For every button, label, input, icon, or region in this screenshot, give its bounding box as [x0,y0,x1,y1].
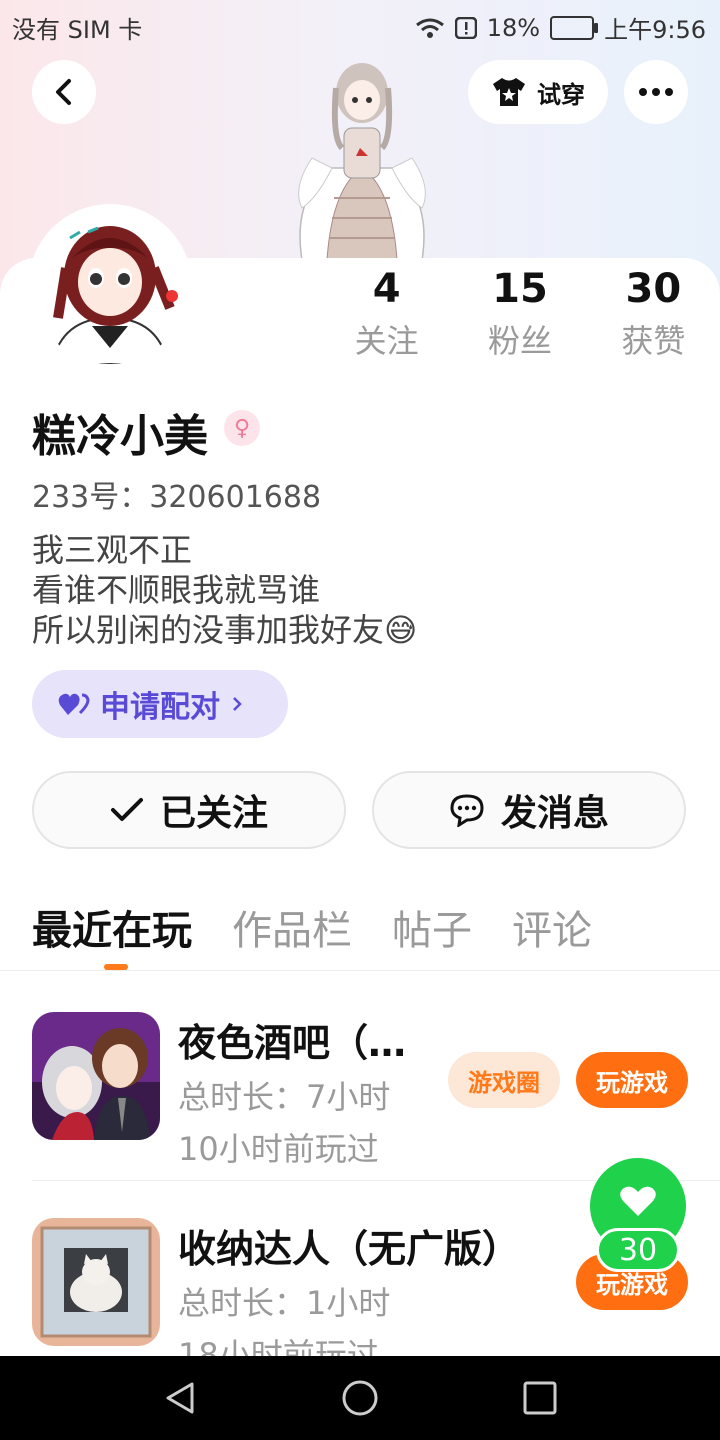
send-message-label: 发消息 [500,793,609,834]
bio-line: 看谁不顺眼我就骂谁 [32,571,321,609]
profile-bio: 我三观不正 看谁不顺眼我就骂谁 所以别闲的没事加我好友😅 [32,530,417,650]
tabs-divider [0,970,720,971]
try-on-button[interactable]: 试穿 [468,60,608,124]
heart-pair-icon [58,693,90,715]
avatar[interactable] [32,208,188,364]
clock: 上午9:56 [604,16,706,44]
chevron-right-icon [233,697,242,711]
stat-followers[interactable]: 15 粉丝 [453,262,586,366]
back-button[interactable] [32,60,96,124]
stat-label: 获赞 [621,322,686,360]
recents-square-icon[interactable] [522,1380,558,1416]
stat-label: 关注 [354,322,419,360]
battery-percent: 18% [486,13,541,42]
bio-line: 所以别闲的没事加我好友😅 [32,611,418,649]
request-pair-label: 申请配对 [100,690,220,725]
female-gender-icon: ♀ [224,410,260,446]
stat-value: 30 [625,266,682,312]
system-navigation-bar [0,1356,720,1440]
chat-bubble-icon [450,794,484,827]
status-bar: 没有 SIM 卡 18% 上午9:56 [0,0,720,50]
game-title: 夜色酒吧（… [178,1021,407,1065]
tshirt-icon [493,78,525,106]
avatar-image [32,208,188,364]
game-last-played: 10小时前玩过 [178,1130,379,1168]
tab-recent-play[interactable]: 最近在玩 [32,898,192,970]
like-count-badge: 30 [596,1228,680,1272]
tab-posts[interactable]: 帖子 [392,898,472,956]
more-dots-icon [639,88,673,96]
game-total-time: 总时长：1小时 [178,1284,391,1322]
wifi-icon [415,18,444,38]
game-title: 收纳达人（无广版） [178,1227,521,1271]
chevron-left-icon [56,79,71,105]
followed-button[interactable]: 已关注 [32,771,346,849]
list-item[interactable]: 夜色酒吧（… 总时长：7小时 10小时前玩过 游戏圈 玩游戏 [32,1012,720,1172]
battery-icon [550,15,599,40]
stat-value: 15 [492,266,548,312]
avatar-character-figure [298,63,426,260]
tab-works[interactable]: 作品栏 [232,898,352,956]
send-message-button[interactable]: 发消息 [372,771,686,849]
game-circle-button[interactable]: 游戏圈 [448,1052,560,1108]
profile-tabs: 最近在玩 作品栏 帖子 评论 [32,898,592,970]
stat-likes[interactable]: 30 获赞 [587,262,720,366]
user-id: 233号：320601688 [32,480,322,515]
checkmark-icon [110,798,143,821]
try-on-label: 试穿 [537,80,585,109]
game-icon [32,1218,160,1346]
back-triangle-icon[interactable] [162,1380,198,1416]
profile-stats: 4 关注 15 粉丝 30 获赞 [320,262,720,366]
tab-comments[interactable]: 评论 [512,898,592,956]
heart-icon [620,1186,656,1216]
game-icon [32,1012,160,1140]
more-options-button[interactable] [624,60,688,124]
stat-following[interactable]: 4 关注 [320,262,453,366]
stat-label: 粉丝 [487,322,552,360]
carrier-text: 没有 SIM 卡 [12,16,143,44]
alert-icon [454,16,477,39]
request-pair-button[interactable]: 申请配对 [32,670,288,738]
play-game-button[interactable]: 玩游戏 [576,1052,688,1108]
profile-name: 糕冷小美 [32,411,208,462]
bio-line: 我三观不正 [32,531,193,569]
followed-label: 已关注 [159,793,268,834]
game-total-time: 总时长：7小时 [178,1078,391,1116]
stat-value: 4 [372,266,401,312]
home-circle-icon[interactable] [340,1378,380,1418]
